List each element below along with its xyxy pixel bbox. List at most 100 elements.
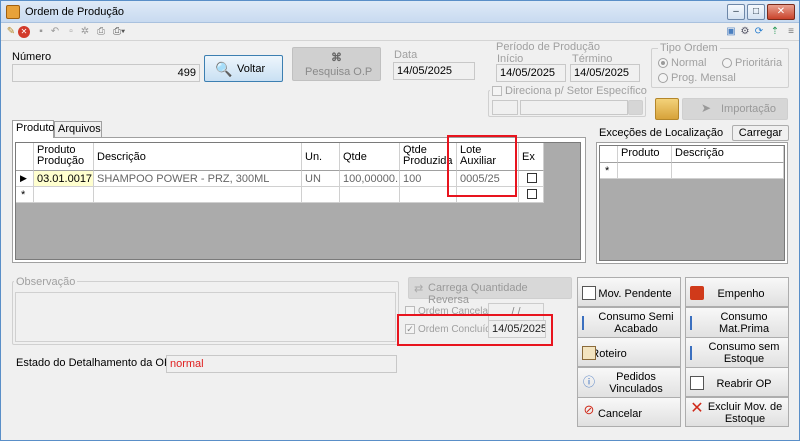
ex-checkbox[interactable] [527, 173, 537, 183]
col-un[interactable]: Un. [302, 143, 340, 171]
mov-pendente-button[interactable]: Mov. Pendente [577, 277, 681, 307]
new-cell-descricao[interactable] [94, 187, 302, 203]
new-cell-qtde[interactable] [340, 187, 400, 203]
cell-produto[interactable]: 03.01.0017 [34, 171, 94, 187]
import-icon: ➤ [701, 101, 712, 115]
setor-code-field[interactable] [492, 100, 518, 115]
radio-prioritaria[interactable]: Prioritária [722, 57, 782, 69]
setor-lookup-button[interactable] [628, 100, 643, 115]
empenho-icon [690, 286, 704, 300]
print-menu-icon[interactable]: ⎙▾ [113, 26, 125, 38]
excecoes-grid: Produto Descrição * [599, 145, 785, 261]
new-cell-lote[interactable] [457, 187, 519, 203]
radio-normal[interactable]: Normal [658, 57, 706, 69]
carregar-button[interactable]: Carregar [732, 125, 789, 141]
col-qtde[interactable]: Qtde [340, 143, 400, 171]
cell-qtde[interactable]: 100,00000... [340, 171, 400, 187]
roteiro-button[interactable]: Roteiro [577, 337, 681, 367]
numero-label: Número [12, 51, 52, 63]
inicio-field[interactable]: 14/05/2025 [496, 64, 566, 82]
numero-field[interactable]: 499 [12, 64, 200, 82]
consumo-sem-estoque-button[interactable]: Consumo sem Estoque [685, 337, 789, 369]
new-cell-produto[interactable] [34, 187, 94, 203]
exc-col-produto[interactable]: Produto [618, 146, 672, 163]
col-produto-producao[interactable]: Produto Produção [34, 143, 94, 171]
radio-prog-mensal[interactable]: Prog. Mensal [658, 72, 736, 84]
tab-arquivos[interactable]: Arquivos [54, 121, 102, 137]
ordem-concluida-date[interactable]: 14/05/2025 [488, 320, 546, 338]
ordem-cancelada-label: Ordem Cancelada [418, 306, 500, 317]
window-icon[interactable]: ▣ [725, 26, 737, 38]
ordem-cancelada-checkbox[interactable]: Ordem Cancelada [405, 306, 499, 317]
settings-icon[interactable]: ✲ [79, 26, 91, 38]
export-icon[interactable]: ⇡ [769, 26, 781, 38]
produto-grid: Produto Produção Descrição Un. Qtde Qtde… [15, 142, 581, 260]
pesquisa-op-button[interactable]: ⌘ Pesquisa O.P [292, 47, 381, 81]
col-ex[interactable]: Ex [519, 143, 544, 171]
app-icon [6, 5, 20, 19]
print-icon[interactable]: ⎙ [95, 26, 107, 38]
new-cell-ex[interactable] [519, 187, 544, 203]
reabrir-op-button[interactable]: Reabrir OP [685, 367, 789, 397]
observacao-field[interactable] [15, 292, 396, 342]
main-window: Ordem de Produção – □ ✕ ✎ ✕ ▪ ↶ ▫ ✲ ⎙ ⎙▾… [0, 0, 800, 441]
termino-field[interactable]: 14/05/2025 [570, 64, 640, 82]
importacao-label: Importação [721, 103, 777, 115]
new-cell-qtde-produzida[interactable] [400, 187, 457, 203]
new-cell-un[interactable] [302, 187, 340, 203]
pedidos-vinculados-button[interactable]: ⓘ Pedidos Vinculados [577, 367, 681, 399]
cell-ex[interactable] [519, 171, 544, 187]
carrega-quantidade-button[interactable]: ⇄ Carrega Quantidade Reversa [408, 277, 572, 306]
menu-icon[interactable]: ≡ [785, 26, 797, 38]
cell-un[interactable]: UN [302, 171, 340, 187]
exc-new-cell-descricao[interactable] [672, 163, 784, 179]
ordem-concluida-checkbox[interactable]: ✓ Ordem Concluída [405, 324, 496, 335]
data-label: Data [394, 49, 418, 61]
setor-name-field[interactable] [520, 100, 628, 115]
new-ex-checkbox[interactable] [527, 189, 537, 199]
importacao-button[interactable]: ➤ Importação [682, 98, 788, 120]
empenho-button[interactable]: Empenho [685, 277, 789, 307]
exc-new-cell-produto[interactable] [618, 163, 672, 179]
cell-descricao[interactable]: SHAMPOO POWER - PRZ, 300ML [94, 171, 302, 187]
tipo-ordem-label: Tipo Ordem [658, 42, 720, 54]
direciona-checkbox-icon [492, 86, 502, 97]
data-field[interactable]: 14/05/2025 [393, 62, 475, 80]
radio-prioritaria-label: Prioritária [735, 57, 783, 69]
cancel-icon[interactable]: ✕ [18, 26, 30, 38]
radio-normal-label: Normal [671, 57, 707, 69]
excecoes-panel: Produto Descrição * [596, 142, 788, 264]
ordem-cancelada-date[interactable]: / / [488, 303, 544, 321]
cell-lote[interactable]: 0005/25 [457, 171, 519, 187]
list-icon [582, 286, 596, 300]
direciona-checkbox[interactable]: Direciona p/ Setor Específico [490, 85, 649, 97]
save-icon[interactable]: ▪ [35, 26, 47, 38]
consumo-mat-button[interactable]: Consumo Mat.Prima [685, 307, 789, 339]
col-lote-auxiliar[interactable]: Lote Auxiliar [457, 143, 519, 171]
tools-icon[interactable]: ⚙ [739, 26, 751, 38]
close-button[interactable]: ✕ [767, 4, 795, 20]
reverse-icon: ⇄ [414, 283, 424, 295]
excluir-mov-button[interactable]: ✕ Excluir Mov. de Estoque [685, 397, 789, 427]
col-descricao[interactable]: Descrição [94, 143, 302, 171]
cell-qtde-produzida[interactable]: 100 [400, 171, 457, 187]
roteiro-icon [582, 346, 596, 360]
voltar-button[interactable]: 🔍 Voltar [204, 55, 283, 82]
periodo-label: Período de Produção [496, 41, 600, 53]
copy-icon[interactable]: ▫ [65, 26, 77, 38]
tab-produto[interactable]: Produto [12, 120, 55, 138]
estado-label: Estado do Detalhamento da OP: [16, 357, 175, 369]
undo-icon[interactable]: ↶ [49, 26, 61, 38]
maximize-button[interactable]: □ [747, 4, 765, 20]
edit-icon[interactable]: ✎ [5, 26, 17, 38]
minimize-button[interactable]: – [727, 4, 745, 20]
cancelar-button[interactable]: ⊘ Cancelar [577, 397, 681, 427]
excecoes-title: Exceções de Localização [599, 127, 724, 139]
refresh-icon[interactable]: ⟳ [753, 26, 765, 38]
consumo-semi-button[interactable]: Consumo Semi Acabado [577, 307, 681, 339]
observacao-label: Observação [14, 276, 78, 288]
ordem-concluida-check-icon: ✓ [405, 324, 415, 335]
exc-col-descricao[interactable]: Descrição [672, 146, 784, 163]
document-icon[interactable] [655, 98, 679, 120]
col-qtde-produzida[interactable]: Qtde Produzida [400, 143, 457, 171]
